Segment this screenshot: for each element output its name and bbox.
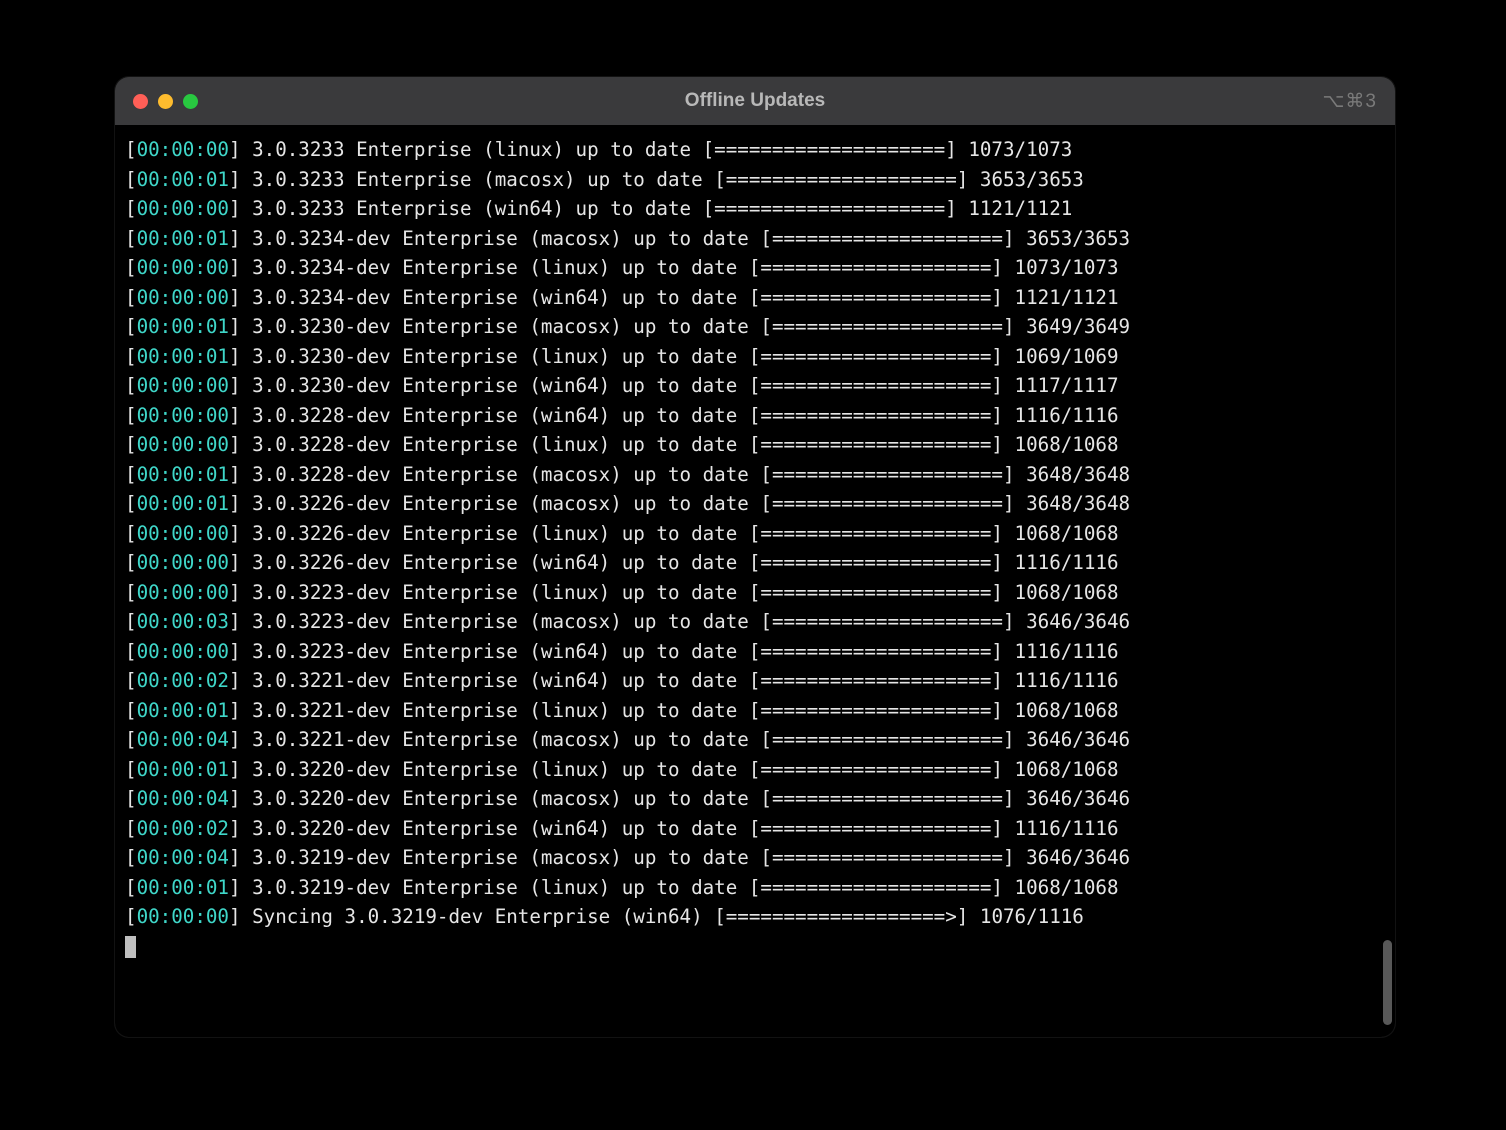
progress-bar: [====================] (760, 492, 1014, 515)
timestamp: 00:00:00 (137, 374, 229, 397)
log-line: [00:00:00] 3.0.3223-dev Enterprise (linu… (125, 578, 1391, 608)
progress-bar: [====================] (760, 227, 1014, 250)
timestamp: 00:00:00 (137, 522, 229, 545)
terminal-output: [00:00:00] 3.0.3233 Enterprise (linux) u… (125, 135, 1391, 961)
log-line: [00:00:02] 3.0.3220-dev Enterprise (win6… (125, 814, 1391, 844)
timestamp: 00:00:00 (137, 256, 229, 279)
scrollbar-thumb[interactable] (1383, 940, 1392, 1025)
progress-bar: [====================] (749, 522, 1003, 545)
timestamp: 00:00:00 (137, 286, 229, 309)
progress-bar: [====================] (760, 315, 1014, 338)
timestamp: 00:00:02 (137, 817, 229, 840)
timestamp: 00:00:02 (137, 669, 229, 692)
timestamp: 00:00:00 (137, 551, 229, 574)
progress-bar: [====================] (749, 551, 1003, 574)
terminal-body[interactable]: [00:00:00] 3.0.3233 Enterprise (linux) u… (115, 125, 1395, 1037)
log-line: [00:00:00] 3.0.3226-dev Enterprise (linu… (125, 519, 1391, 549)
log-line: [00:00:01] 3.0.3226-dev Enterprise (maco… (125, 489, 1391, 519)
log-line: [00:00:00] 3.0.3226-dev Enterprise (win6… (125, 548, 1391, 578)
timestamp: 00:00:01 (137, 345, 229, 368)
log-line: [00:00:01] 3.0.3219-dev Enterprise (linu… (125, 873, 1391, 903)
progress-bar: [====================] (703, 138, 957, 161)
log-line: [00:00:04] 3.0.3221-dev Enterprise (maco… (125, 725, 1391, 755)
log-line: [00:00:00] 3.0.3230-dev Enterprise (win6… (125, 371, 1391, 401)
timestamp: 00:00:00 (137, 433, 229, 456)
timestamp: 00:00:00 (137, 138, 229, 161)
log-line: [00:00:01] 3.0.3234-dev Enterprise (maco… (125, 224, 1391, 254)
log-line: [00:00:00] Syncing 3.0.3219-dev Enterpri… (125, 902, 1391, 932)
progress-bar: [====================] (714, 168, 968, 191)
timestamp: 00:00:00 (137, 581, 229, 604)
progress-bar: [====================] (749, 876, 1003, 899)
cursor-line (125, 932, 1391, 962)
timestamp: 00:00:04 (137, 846, 229, 869)
log-line: [00:00:01] 3.0.3220-dev Enterprise (linu… (125, 755, 1391, 785)
terminal-window: Offline Updates ⌥⌘3 [00:00:00] 3.0.3233 … (115, 77, 1395, 1037)
log-line: [00:00:01] 3.0.3221-dev Enterprise (linu… (125, 696, 1391, 726)
progress-bar: [====================] (749, 699, 1003, 722)
timestamp: 00:00:01 (137, 699, 229, 722)
timestamp: 00:00:01 (137, 227, 229, 250)
progress-bar: [====================] (760, 846, 1014, 869)
close-icon[interactable] (133, 94, 148, 109)
progress-bar: [====================] (749, 817, 1003, 840)
progress-bar: [====================] (760, 728, 1014, 751)
progress-bar: [====================] (749, 374, 1003, 397)
log-line: [00:00:04] 3.0.3220-dev Enterprise (maco… (125, 784, 1391, 814)
progress-bar: [====================] (749, 433, 1003, 456)
log-line: [00:00:00] 3.0.3233 Enterprise (win64) u… (125, 194, 1391, 224)
progress-bar: [====================] (703, 197, 957, 220)
titlebar[interactable]: Offline Updates ⌥⌘3 (115, 77, 1395, 125)
timestamp: 00:00:00 (137, 197, 229, 220)
timestamp: 00:00:00 (137, 404, 229, 427)
log-line: [00:00:00] 3.0.3234-dev Enterprise (win6… (125, 283, 1391, 313)
log-line: [00:00:00] 3.0.3233 Enterprise (linux) u… (125, 135, 1391, 165)
log-line: [00:00:01] 3.0.3230-dev Enterprise (maco… (125, 312, 1391, 342)
log-line: [00:00:01] 3.0.3233 Enterprise (macosx) … (125, 165, 1391, 195)
progress-bar: [====================] (760, 463, 1014, 486)
window-shortcut-hint: ⌥⌘3 (1323, 90, 1377, 113)
log-line: [00:00:00] 3.0.3223-dev Enterprise (win6… (125, 637, 1391, 667)
timestamp: 00:00:01 (137, 492, 229, 515)
log-line: [00:00:04] 3.0.3219-dev Enterprise (maco… (125, 843, 1391, 873)
progress-bar: [====================] (760, 610, 1014, 633)
progress-bar: [====================] (749, 758, 1003, 781)
progress-bar: [====================] (749, 256, 1003, 279)
log-line: [00:00:01] 3.0.3230-dev Enterprise (linu… (125, 342, 1391, 372)
log-line: [00:00:00] 3.0.3228-dev Enterprise (linu… (125, 430, 1391, 460)
log-line: [00:00:03] 3.0.3223-dev Enterprise (maco… (125, 607, 1391, 637)
progress-bar: [====================] (749, 640, 1003, 663)
minimize-icon[interactable] (158, 94, 173, 109)
log-line: [00:00:01] 3.0.3228-dev Enterprise (maco… (125, 460, 1391, 490)
progress-bar: [====================] (749, 669, 1003, 692)
log-line: [00:00:02] 3.0.3221-dev Enterprise (win6… (125, 666, 1391, 696)
progress-bar: [====================] (749, 404, 1003, 427)
timestamp: 00:00:01 (137, 463, 229, 486)
progress-bar: [====================] (749, 286, 1003, 309)
log-line: [00:00:00] 3.0.3234-dev Enterprise (linu… (125, 253, 1391, 283)
window-title: Offline Updates (115, 90, 1395, 112)
timestamp: 00:00:00 (137, 905, 229, 928)
timestamp: 00:00:01 (137, 315, 229, 338)
progress-bar: [===================>] (714, 905, 968, 928)
timestamp: 00:00:01 (137, 758, 229, 781)
progress-bar: [====================] (749, 581, 1003, 604)
timestamp: 00:00:00 (137, 640, 229, 663)
maximize-icon[interactable] (183, 94, 198, 109)
log-line: [00:00:00] 3.0.3228-dev Enterprise (win6… (125, 401, 1391, 431)
timestamp: 00:00:01 (137, 876, 229, 899)
timestamp: 00:00:03 (137, 610, 229, 633)
progress-bar: [====================] (749, 345, 1003, 368)
traffic-lights (133, 94, 198, 109)
timestamp: 00:00:01 (137, 168, 229, 191)
timestamp: 00:00:04 (137, 728, 229, 751)
cursor (125, 936, 136, 958)
progress-bar: [====================] (760, 787, 1014, 810)
timestamp: 00:00:04 (137, 787, 229, 810)
